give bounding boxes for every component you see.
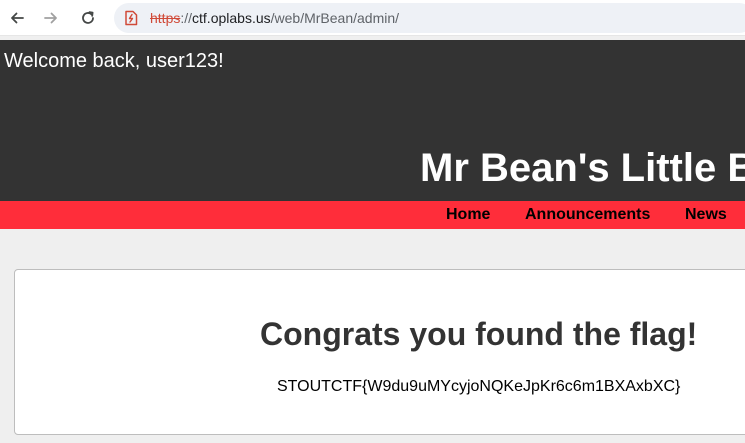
url-text[interactable]: https://ctf.oplabs.us/web/MrBean/admin/ [150,10,399,26]
browser-toolbar: https://ctf.oplabs.us/web/MrBean/admin/ [0,0,745,36]
flag-card: Congrats you found the flag! STOUTCTF{W9… [14,269,745,435]
nav-link-announcements[interactable]: Announcements [525,206,650,224]
arrow-right-icon [44,12,57,24]
arrow-left-icon [11,12,24,24]
nav-link-news[interactable]: News [685,206,727,224]
site-title: Mr Bean's Little Blog [420,145,745,190]
flag-text: STOUTCTF{W9du9uMYcyjoNQKeJpKr6c6m1BXAxbX… [277,378,681,395]
url-path: /web/MrBean/admin/ [270,10,400,26]
url-scheme: https [150,10,181,26]
reload-button[interactable] [75,5,101,31]
site-header: Welcome back, user123! Mr Bean's Little … [0,40,745,201]
address-bar[interactable]: https://ctf.oplabs.us/web/MrBean/admin/ [114,3,745,33]
not-secure-icon[interactable] [122,9,140,27]
welcome-message: Welcome back, user123! [4,50,224,72]
url-host: ctf.oplabs.us [192,10,271,26]
reload-icon [82,11,94,24]
site-nav: Home Announcements News [0,201,745,229]
flag-heading: Congrats you found the flag! [260,316,698,352]
forward-button[interactable] [38,5,64,31]
back-button[interactable] [4,5,30,31]
url-separator: :// [180,10,193,26]
nav-link-home[interactable]: Home [446,206,490,224]
